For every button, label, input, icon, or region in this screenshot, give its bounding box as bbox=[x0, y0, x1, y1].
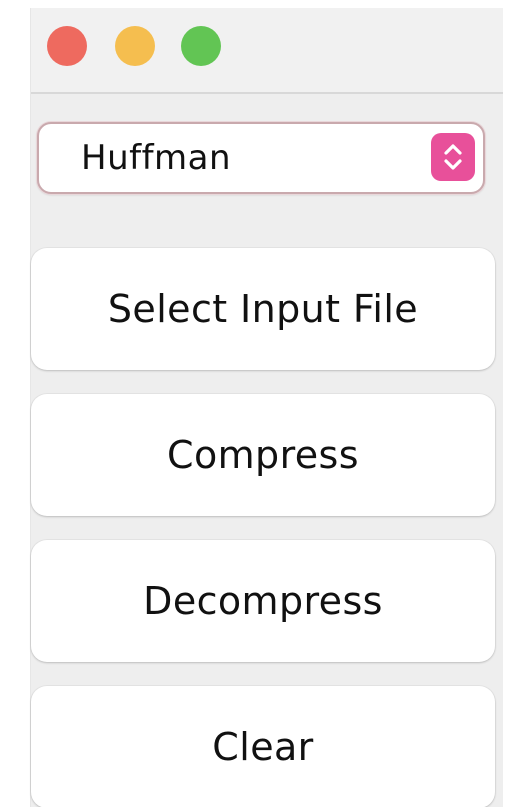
zoom-window-button[interactable] bbox=[181, 26, 221, 66]
clear-label: Clear bbox=[212, 725, 314, 769]
clear-button[interactable]: Clear bbox=[31, 686, 495, 807]
decompress-label: Decompress bbox=[143, 579, 383, 623]
decompress-button[interactable]: Decompress bbox=[31, 540, 495, 662]
compress-label: Compress bbox=[167, 433, 359, 477]
close-window-button[interactable] bbox=[47, 26, 87, 66]
algorithm-select-value: Huffman bbox=[81, 138, 232, 178]
updown-chevron-icon[interactable] bbox=[431, 133, 475, 181]
select-input-file-label: Select Input File bbox=[107, 287, 419, 331]
minimize-window-button[interactable] bbox=[115, 26, 155, 66]
select-input-file-button[interactable]: Select Input File bbox=[31, 248, 495, 370]
app-window: Huffman Select Input File Compress Decom… bbox=[30, 8, 503, 807]
title-bar bbox=[31, 8, 503, 94]
screen: Huffman Select Input File Compress Decom… bbox=[0, 0, 515, 807]
algorithm-select[interactable]: Huffman bbox=[37, 122, 485, 194]
compress-button[interactable]: Compress bbox=[31, 394, 495, 516]
